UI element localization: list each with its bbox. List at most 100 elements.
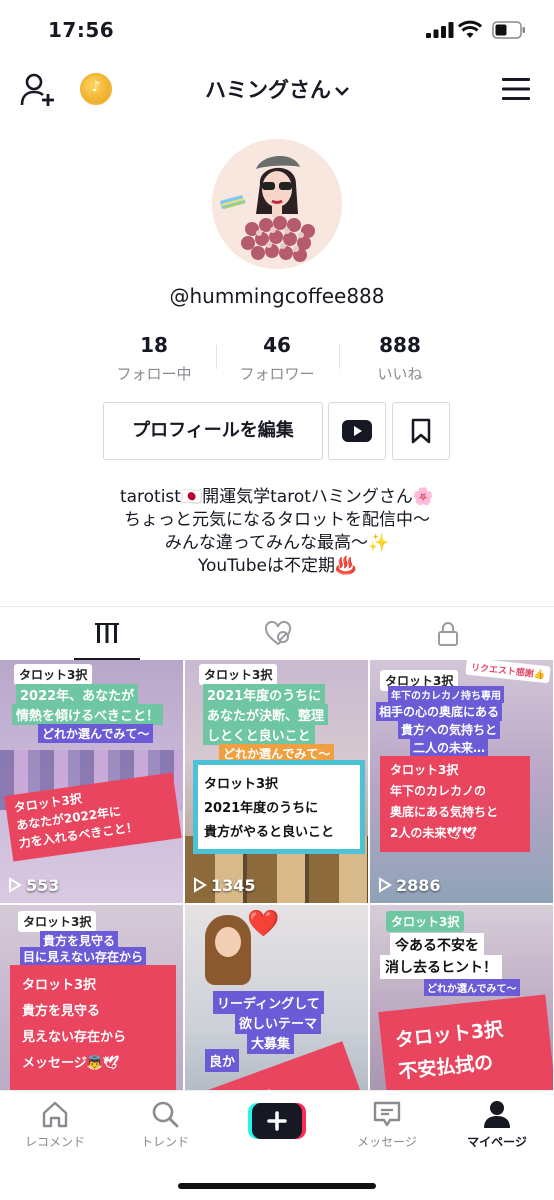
avatar-illustration — [212, 139, 342, 269]
nav-home[interactable]: レコメンド — [0, 1091, 110, 1171]
video-tag: タロット3択 — [386, 911, 465, 932]
bio-line: YouTubeは不定期♨️ — [197, 556, 357, 576]
battery-icon — [492, 21, 525, 39]
heart-sticker: ❤️ — [247, 909, 280, 939]
video-title-card: タロット3択 貴方を見守る 見えない存在から メッセージ👼🕊 — [10, 965, 176, 1090]
view-count-value: 2886 — [396, 876, 441, 895]
hidden-heart-icon — [264, 621, 292, 646]
video-caption: 目に見えない存在から — [20, 947, 147, 966]
wifi-icon — [458, 20, 482, 38]
view-count: 1345 — [193, 876, 256, 895]
video-grid: タロット3択 2022年、あなたが 情熱を傾けるべきこと！ どれか選んでみて〜 … — [0, 660, 554, 1090]
home-icon — [42, 1101, 68, 1128]
video-caption: 相手の心の奥底にある — [376, 702, 503, 721]
video-title-line: 2021年度のうちに — [204, 801, 319, 816]
tab-liked[interactable] — [185, 607, 369, 661]
bio-line: ちょっと元気になるタロットを配信中〜 — [124, 510, 430, 530]
video-caption: 良か — [205, 1049, 240, 1072]
profile-icon — [484, 1101, 510, 1128]
video-caption: あなたが決断、整理 — [203, 704, 329, 725]
nav-profile-label: マイページ — [467, 1135, 527, 1149]
status-bar: 17:56 — [0, 0, 554, 60]
nav-home-label: レコメンド — [24, 1135, 85, 1149]
profile-title-text: ハミングさん — [205, 78, 331, 102]
video-caption: 貴方への気持ちと — [398, 720, 501, 739]
message-icon — [373, 1101, 401, 1127]
nav-profile[interactable]: マイページ — [442, 1091, 552, 1171]
grid-icon — [95, 623, 119, 643]
bio-line: tarotist🇯🇵開運気学tarotハミングさん🌸 — [119, 487, 435, 507]
profile-title[interactable]: ハミングさん — [0, 74, 554, 104]
video-caption: しとくと良いこと — [203, 724, 315, 745]
avatar[interactable] — [212, 139, 342, 269]
view-count: 2886 — [378, 876, 441, 895]
video-tag: タロット3択 — [199, 664, 278, 685]
video-title-line: 貴方がやると良いこと — [204, 825, 335, 840]
video-caption: 情熱を傾けるべきこと！ — [12, 704, 164, 725]
video-title-line: 貴方を見守る — [22, 1004, 101, 1019]
create-button[interactable] — [248, 1103, 306, 1139]
following-stat[interactable]: 18 フォロー中 — [94, 333, 214, 384]
username: @hummingcoffee888 — [169, 284, 385, 308]
video-thumbnail[interactable]: ❤️ リーディングして 欲しいテーマ 大募集 良か タロット — [185, 905, 368, 1090]
nav-discover[interactable]: トレンド — [110, 1091, 220, 1171]
profile-bio: tarotist🇯🇵開運気学tarotハミングさん🌸 ちょっと元気になるタロット… — [0, 486, 554, 578]
video-title-line: 見えない存在から — [22, 1030, 127, 1045]
likes-count: 888 — [379, 333, 421, 357]
nav-discover-label: トレンド — [140, 1135, 189, 1149]
view-count: 553 — [8, 876, 59, 895]
youtube-button[interactable] — [328, 402, 386, 460]
following-count: 18 — [140, 333, 168, 357]
content-tabs — [0, 606, 554, 661]
video-caption: 二人の未来… — [410, 738, 489, 757]
status-time: 17:56 — [48, 18, 115, 42]
view-count-value: 1345 — [211, 876, 256, 895]
tab-videos[interactable] — [0, 607, 184, 661]
cellular-signal-icon — [426, 22, 454, 38]
video-caption: 2022年、あなたが — [16, 684, 139, 705]
bookmark-button[interactable] — [392, 402, 450, 460]
video-tag: タロット3択 — [14, 664, 93, 685]
video-thumbnail[interactable]: タロット3択 リクエスト感謝👍 年下のカレカノ持ち専用 相手の心の奥底にある 貴… — [370, 660, 553, 903]
video-title-line: 奥底にある気持ちと — [390, 805, 499, 819]
likes-stat[interactable]: 888 いいね — [340, 333, 460, 384]
video-title-card: タロット3択 不安払拭の — [378, 994, 553, 1090]
video-title-line: タロット3択 — [390, 763, 459, 777]
video-subcaption: どれか選んでみて〜 — [424, 979, 520, 996]
nav-inbox-label: メッセージ — [357, 1135, 417, 1149]
video-title-card: タロット3択 年下のカレカノの 奥底にある気持ちと 2人の未来🕊🕊 — [380, 756, 530, 852]
followers-count: 46 — [263, 333, 291, 357]
play-icon — [379, 877, 392, 893]
video-thumbnail[interactable]: タロット3択 2022年、あなたが 情熱を傾けるべきこと！ どれか選んでみて〜 … — [0, 660, 183, 903]
tab-private[interactable] — [370, 607, 554, 661]
doll-face — [215, 927, 241, 957]
video-title-line: 年下のカレカノの — [390, 784, 487, 798]
video-caption: 消し去るヒント！ — [380, 955, 502, 979]
lock-icon — [438, 622, 458, 646]
following-label: フォロー中 — [116, 365, 192, 383]
youtube-icon — [342, 420, 372, 442]
followers-label: フォロワー — [239, 365, 315, 383]
video-title-line: タロット3択 — [22, 978, 97, 993]
video-thumbnail[interactable]: タロット3択 貴方を見守る 目に見えない存在から タロット3択 貴方を見守る 見… — [0, 905, 183, 1090]
followers-stat[interactable]: 46 フォロワー — [217, 333, 337, 384]
bookmark-icon — [411, 418, 431, 444]
video-caption: 今ある不安を — [390, 933, 484, 957]
video-title-line: タロット3択 — [204, 777, 279, 792]
video-thumbnail[interactable]: タロット3択 2021年度のうちに あなたが決断、整理 しとくと良いこと どれか… — [185, 660, 368, 903]
video-title-line: メッセージ👼🕊 — [22, 1056, 120, 1071]
edit-profile-button[interactable]: プロフィールを編集 — [103, 402, 323, 460]
bio-line: みんな違ってみんな最高〜✨ — [164, 533, 390, 553]
profile-header: ♪ ハミングさん — [0, 60, 554, 120]
video-caption: 2021年度のうちに — [203, 684, 326, 705]
menu-icon[interactable] — [502, 77, 530, 101]
video-tag: タロット3択 — [18, 911, 97, 932]
chevron-down-icon — [335, 87, 349, 96]
home-indicator — [178, 1183, 376, 1189]
search-icon — [152, 1101, 179, 1128]
plus-icon — [248, 1103, 306, 1139]
video-thumbnail[interactable]: タロット3択 今ある不安を 消し去るヒント！ どれか選んでみて〜 タロット3択 … — [370, 905, 553, 1090]
request-badge: リクエスト感謝👍 — [465, 660, 551, 684]
video-title-card: タロット3択 2021年度のうちに 貴方がやると良いこと — [193, 760, 365, 854]
nav-inbox[interactable]: メッセージ — [332, 1091, 442, 1171]
